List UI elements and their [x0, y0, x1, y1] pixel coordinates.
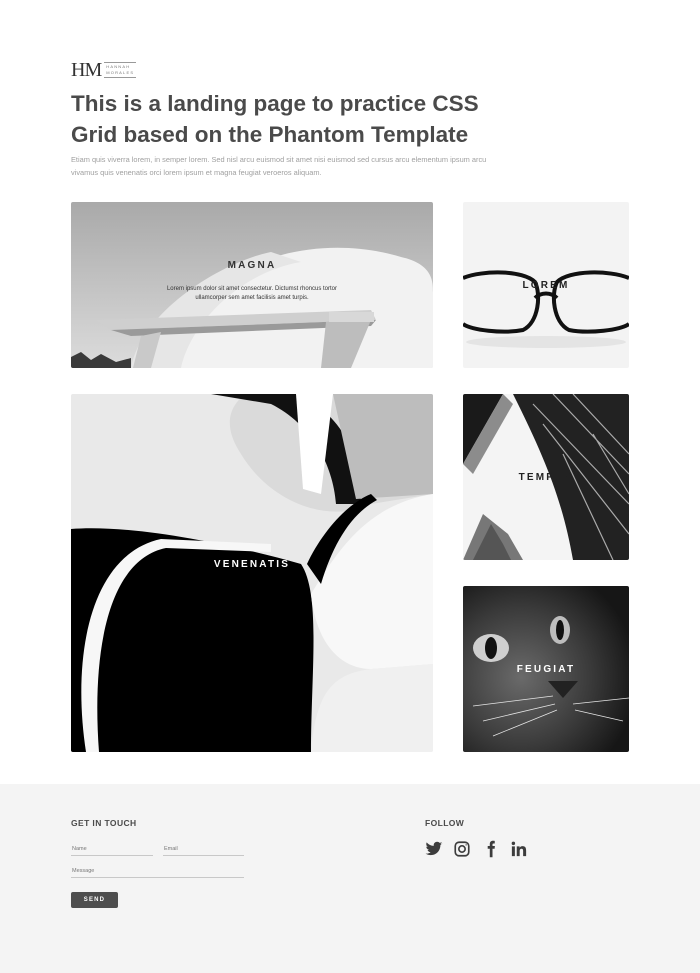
tile-title: LOREM [522, 280, 570, 291]
tile-magna[interactable]: MAGNA Lorem ipsum dolor sit amet consect… [71, 202, 433, 368]
name-field[interactable] [71, 843, 153, 856]
intro-text: Etiam quis viverra lorem, in semper lore… [71, 155, 487, 177]
get-in-touch-heading: GET IN TOUCH [71, 818, 137, 828]
page-title: This is a landing page to practice CSS G… [71, 91, 479, 147]
tile-feugiat[interactable]: FEUGIAT [463, 586, 629, 752]
twitter-icon[interactable] [424, 839, 443, 858]
logo-name-line2: MORALES [106, 70, 135, 75]
tile-lorem[interactable]: LOREM [463, 202, 629, 368]
logo[interactable]: HM HANNAH MORALES [71, 59, 137, 81]
tile-title: FEUGIAT [516, 664, 576, 675]
tile-description: Lorem ipsum dolor sit amet consectetur. … [166, 286, 338, 301]
logo-name: HANNAH MORALES [104, 62, 137, 78]
facebook-icon[interactable] [481, 839, 500, 858]
tile-title: VENENATIS [213, 559, 291, 570]
tile-venenatis[interactable]: VENENATIS [71, 394, 433, 752]
message-field[interactable] [71, 865, 244, 878]
tile-title: TEMPUS [518, 472, 574, 483]
tile-tempus[interactable]: TEMPUS [463, 394, 629, 560]
tile-title: MAGNA [227, 260, 277, 271]
send-button[interactable]: SEND [71, 892, 118, 908]
linkedin-icon[interactable] [509, 839, 528, 858]
logo-monogram: HM [71, 59, 102, 81]
venenatis-image [71, 394, 433, 752]
follow-heading: FOLLOW [425, 818, 465, 828]
footer [0, 784, 700, 973]
email-field[interactable] [163, 843, 244, 856]
instagram-icon[interactable] [452, 839, 471, 858]
